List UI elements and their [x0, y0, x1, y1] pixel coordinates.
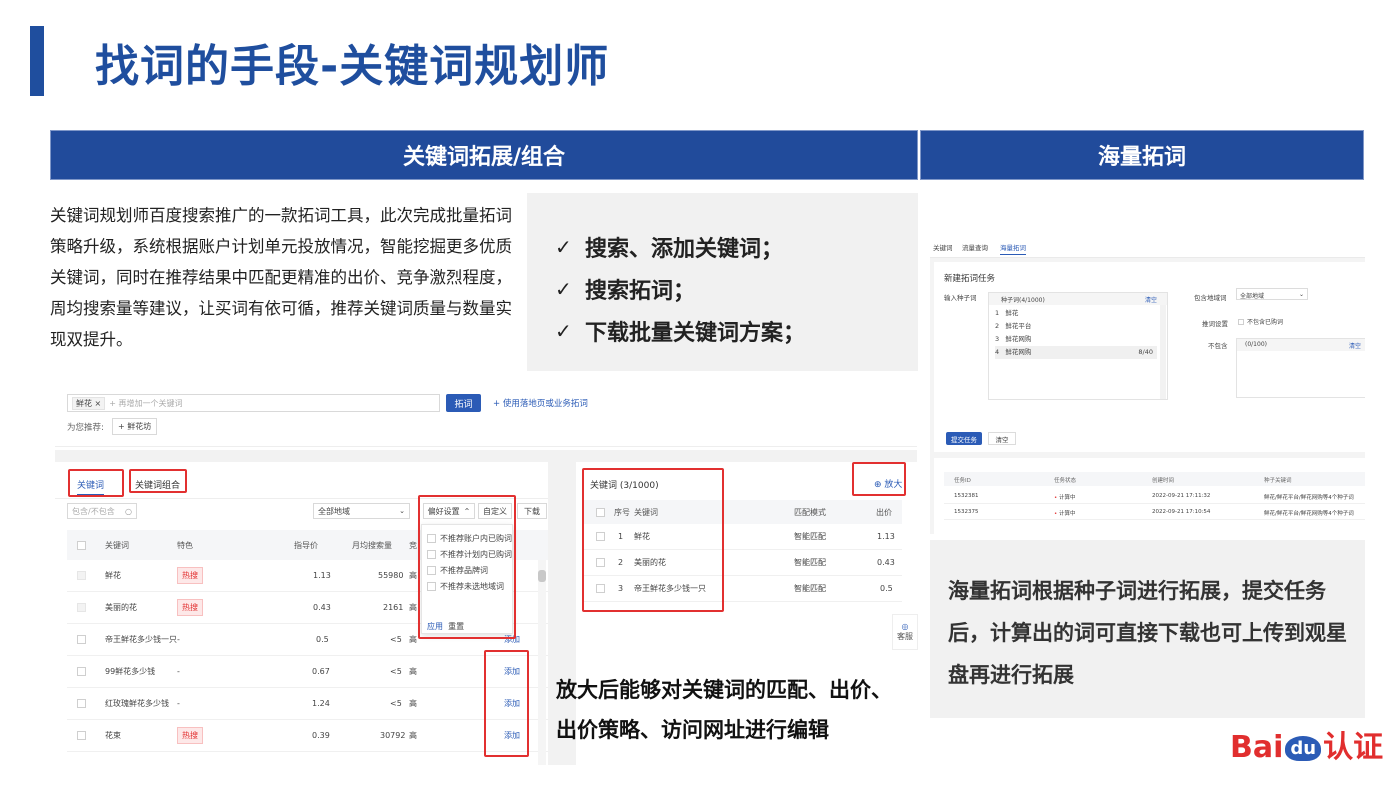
keyword-input[interactable]: 鲜花 × + 再增加一个关键词	[67, 394, 440, 412]
col-volume: 月均搜索量	[352, 540, 392, 550]
region-select-value: 全部地域	[318, 506, 350, 516]
download-button[interactable]: 下载	[517, 503, 547, 519]
zoom-note-line: 放大后能够对关键词的匹配、出价、	[556, 678, 892, 702]
chevron-down-icon: ⌄	[399, 507, 405, 515]
tag-close-icon[interactable]: ×	[95, 399, 102, 408]
table-row[interactable]: 1532381 • 计算中 2022-09-21 17:11:32 鲜花/鲜花平…	[944, 488, 1365, 504]
highlight-box	[852, 462, 906, 496]
tab-keywords[interactable]: 关键词	[933, 242, 953, 252]
hot-badge: 热搜	[177, 727, 203, 744]
keyword-tag: 鲜花 ×	[72, 396, 106, 410]
exclude-list[interactable]: (0/100) 清空	[1236, 338, 1365, 398]
tab-traffic-query[interactable]: 流量查询	[962, 242, 988, 252]
section-header-mass: 海量拓词	[920, 130, 1364, 180]
scrollbar[interactable]	[1160, 305, 1166, 399]
status-dot-icon: •	[1054, 511, 1058, 517]
region-select[interactable]: 全部地域 ⌄	[313, 503, 410, 519]
col-competition: 竞	[409, 540, 417, 550]
title-accent-bar	[30, 26, 44, 96]
seed-clear-button[interactable]: 清空	[1145, 295, 1157, 304]
feature-label: 下载批量关键词方案；	[585, 321, 806, 346]
zoom-note-line: 出价策略、访问网址进行编辑	[556, 718, 829, 742]
search-icon: ○	[125, 506, 132, 516]
feature-list: ✓ 搜索、添加关键词； ✓ 搜索拓词； ✓ 下载批量关键词方案；	[555, 226, 805, 352]
task-form-heading: 新建拓词任务	[944, 274, 996, 284]
check-icon: ✓	[555, 319, 572, 343]
seed-item: 4 鲜花网购 8/40	[995, 346, 1157, 359]
col-feature: 特色	[177, 540, 193, 550]
seed-label: 输入种子词	[944, 294, 977, 302]
recommend-label: 为您推荐:	[67, 423, 104, 433]
submit-task-button[interactable]: 提交任务	[946, 432, 982, 445]
paw-icon: du	[1285, 736, 1322, 761]
expand-button[interactable]: 拓词	[446, 394, 481, 412]
hot-badge: 热搜	[177, 599, 203, 616]
description-text: 关键词规划师百度搜索推广的一款拓词工具，此次完成批量拓词策略升级，系统根据账户计…	[50, 206, 512, 349]
recommend-chip[interactable]: + 鲜花坊	[112, 418, 158, 435]
col-price: 指导价	[294, 540, 318, 550]
filter-placeholder: 包含/不包含	[72, 506, 115, 516]
seed-item: 2 鲜花平台	[995, 322, 1032, 330]
mass-note-text: 海量拓词根据种子词进行拓展，提交任务后，计算出的词可直接下载也可上传到观星盘再进…	[948, 579, 1347, 687]
region-select[interactable]: 全部地域 ⌄	[1236, 288, 1308, 300]
exclude-clear-button[interactable]: 清空	[1349, 341, 1361, 350]
status-dot-icon: •	[1054, 495, 1058, 501]
chevron-down-icon: ⌄	[1298, 291, 1304, 298]
zoom-note: 放大后能够对关键词的匹配、出价、 出价策略、访问网址进行编辑	[556, 670, 892, 750]
table-row[interactable]: 花束 热搜 0.39 30792 高 添加	[67, 720, 548, 752]
section-header-expand: 关键词拓展/组合	[50, 130, 918, 180]
page-title: 找词的手段-关键词规划师	[95, 41, 610, 92]
highlight-box	[129, 469, 187, 493]
task-table-header: 任务ID 任务状态 创建时间 种子关键词	[944, 472, 1365, 486]
table-row[interactable]: 红玫瑰鲜花多少钱 - 1.24 <5 高 添加	[67, 688, 548, 720]
mass-tab-bar: 关键词 流量查询 海量拓词	[930, 236, 1365, 258]
feature-item: ✓ 搜索拓词；	[555, 268, 805, 310]
seed-item: 3 鲜花网购	[995, 335, 1032, 343]
baidu-certification-logo: Bai du 认证	[1230, 730, 1384, 765]
feature-label: 搜索、添加关键词；	[585, 237, 784, 262]
feature-label: 搜索拓词；	[585, 279, 696, 304]
highlight-box	[582, 468, 724, 612]
highlight-box	[418, 495, 516, 639]
slide: 找词的手段-关键词规划师 关键词拓展/组合 海量拓词 关键词规划师百度搜索推广的…	[0, 0, 1400, 788]
task-table: 任务ID 任务状态 创建时间 种子关键词 1532381 • 计算中 2022-…	[934, 458, 1365, 534]
check-icon: ✓	[555, 235, 572, 259]
highlight-box	[484, 650, 529, 757]
col-keyword: 关键词	[105, 540, 129, 550]
landing-page-link[interactable]: + 使用落地页或业务拓词	[493, 397, 588, 409]
scrollbar[interactable]	[538, 560, 546, 765]
table-row[interactable]: 99鲜花多少钱 - 0.67 <5 高 添加	[67, 656, 548, 688]
check-icon: ✓	[555, 277, 572, 301]
clear-button[interactable]: 清空	[988, 432, 1016, 445]
tab-mass-expand[interactable]: 海量拓词	[1000, 242, 1026, 255]
select-all-checkbox[interactable]	[77, 540, 86, 550]
headset-icon: ◎	[901, 622, 909, 631]
task-form: 新建拓词任务 输入种子词 种子词(4/1000) 清空 1 鲜花 2 鲜花平台 3…	[934, 262, 1365, 452]
table-row[interactable]: 1532375 • 计算中 2022-09-21 17:10:54 鲜花/鲜花平…	[944, 504, 1365, 520]
separator	[55, 450, 917, 462]
seed-list[interactable]: 种子词(4/1000) 清空 1 鲜花 2 鲜花平台 3 鲜花网购 4 鲜花网购 8…	[988, 292, 1168, 400]
feature-item: ✓ 下载批量关键词方案；	[555, 310, 805, 352]
seed-item: 1 鲜花	[995, 309, 1019, 317]
setting-label: 推词设置	[1202, 320, 1228, 328]
keyword-placeholder: + 再增加一个关键词	[109, 398, 183, 408]
hot-badge: 热搜	[177, 567, 203, 584]
search-panel: 鲜花 × + 再增加一个关键词 拓词 + 使用落地页或业务拓词 为您推荐: + …	[55, 383, 917, 447]
exclude-purchased-checkbox[interactable]: 不包含已购词	[1238, 317, 1283, 326]
feature-item: ✓ 搜索、添加关键词；	[555, 226, 805, 268]
region-label: 包含地域词	[1194, 294, 1227, 302]
mass-expand-panel: 关键词 流量查询 海量拓词 新建拓词任务 输入种子词 种子词(4/1000) 清空…	[930, 236, 1365, 534]
highlight-box	[68, 469, 124, 497]
customer-service-button[interactable]: ◎ 客服	[892, 614, 918, 650]
scrollbar-thumb[interactable]	[538, 570, 546, 582]
filter-input[interactable]: 包含/不包含 ○	[67, 503, 137, 519]
exclude-label: 不包含	[1208, 342, 1228, 350]
